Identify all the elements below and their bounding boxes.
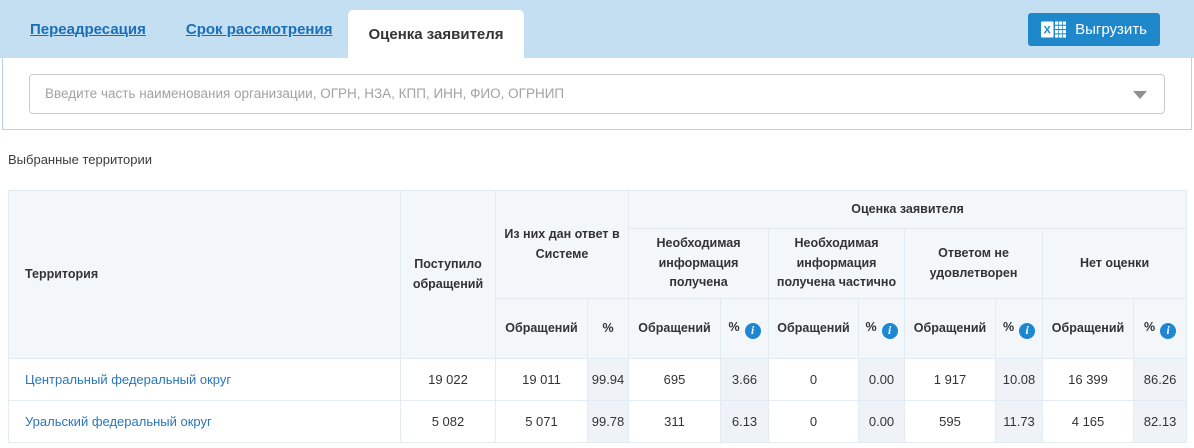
organization-filter-panel [2, 58, 1192, 130]
svg-text:X: X [1044, 24, 1052, 36]
col-header-appeals: Обращений [768, 298, 860, 359]
chevron-down-icon[interactable] [1133, 90, 1147, 99]
info-icon[interactable]: i [1019, 323, 1036, 340]
col-header-appeals: Обращений [495, 298, 588, 359]
col-header-no-rating: Нет оценки [1042, 228, 1188, 299]
cell-no-rating-pct: 82.13 [1133, 400, 1188, 443]
table-row: Центральный федеральный округ 19 022 19 … [8, 358, 1188, 401]
cell-info-partial-pct: 0.00 [858, 358, 906, 401]
tab-bar: Переадресация Срок рассмотрения Оценка з… [0, 0, 1194, 58]
percent-label: % [728, 319, 740, 334]
col-header-rating-group: Оценка заявителя [628, 190, 1188, 229]
territory-link[interactable]: Уральский федеральный округ [25, 414, 212, 429]
tab-pereadresaciya[interactable]: Переадресация [30, 21, 146, 38]
col-header-received: Поступило обращений [400, 190, 496, 359]
selected-territories-label: Выбранные территории [8, 152, 153, 167]
col-header-appeals: Обращений [904, 298, 997, 359]
col-header-not-satisfied: Ответом не удовлетворен [904, 228, 1044, 299]
cell-answered-pct: 99.78 [586, 400, 630, 443]
cell-not-satisfied-pct: 10.08 [995, 358, 1044, 401]
cell-info-received: 695 [628, 358, 722, 401]
cell-info-received-pct: 6.13 [720, 400, 770, 443]
cell-info-partial: 0 [768, 358, 860, 401]
cell-answered: 5 071 [495, 400, 588, 443]
cell-not-satisfied-pct: 11.73 [995, 400, 1044, 443]
info-icon[interactable]: i [1160, 323, 1177, 340]
cell-info-received-pct: 3.66 [720, 358, 770, 401]
col-header-percent-info: % i [995, 298, 1044, 359]
col-header-info-received: Необходимая информация получена [628, 228, 770, 299]
tab-ocenka-zayavitelya-active[interactable]: Оценка заявителя [348, 10, 524, 58]
territory-link[interactable]: Центральный федеральный округ [25, 372, 231, 387]
percent-label: % [1002, 319, 1015, 334]
cell-info-partial-pct: 0.00 [858, 400, 906, 443]
cell-no-rating: 16 399 [1042, 358, 1135, 401]
cell-territory: Уральский федеральный округ [8, 400, 401, 443]
col-header-info-partial: Необходимая информация получена частично [768, 228, 906, 299]
cell-received: 19 022 [400, 358, 496, 401]
cell-territory: Центральный федеральный округ [8, 358, 401, 401]
col-header-appeals: Обращений [628, 298, 722, 359]
info-icon[interactable]: i [881, 323, 898, 340]
territories-table: Территория Поступило обращений Из них да… [8, 190, 1188, 443]
cell-received: 5 082 [400, 400, 496, 443]
percent-label: % [1143, 319, 1156, 334]
cell-answered: 19 011 [495, 358, 588, 401]
organization-search-input[interactable] [29, 73, 1165, 114]
col-header-percent-info: % i [858, 298, 906, 359]
info-icon[interactable]: i [744, 323, 761, 340]
col-header-percent: % [586, 298, 630, 359]
cell-no-rating: 4 165 [1042, 400, 1135, 443]
export-button[interactable]: X Выгрузить [1028, 12, 1160, 46]
col-header-answered-group: Из них дан ответ в Системе [494, 190, 630, 299]
percent-label: % [865, 319, 877, 334]
cell-not-satisfied: 1 917 [904, 358, 997, 401]
col-header-percent-info: % i [720, 298, 770, 359]
table-row: Уральский федеральный округ 5 082 5 071 … [8, 400, 1188, 443]
cell-no-rating-pct: 86.26 [1133, 358, 1188, 401]
organization-combobox [29, 73, 1165, 114]
tab-srok-rassmotreniya[interactable]: Срок рассмотрения [186, 21, 333, 38]
col-header-percent-info: % i [1133, 298, 1188, 359]
col-header-appeals: Обращений [1042, 298, 1135, 359]
cell-not-satisfied: 595 [904, 400, 997, 443]
cell-info-received: 311 [628, 400, 722, 443]
excel-icon: X [1041, 20, 1067, 39]
cell-info-partial: 0 [768, 400, 860, 443]
cell-answered-pct: 99.94 [586, 358, 630, 401]
export-button-label: Выгрузить [1075, 20, 1147, 38]
col-header-territory: Территория [8, 190, 401, 359]
